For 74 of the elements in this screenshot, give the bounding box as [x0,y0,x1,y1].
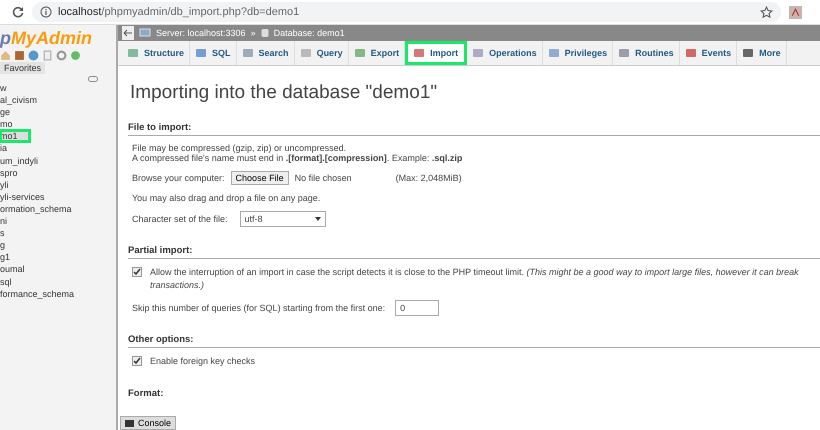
console-tab[interactable]: Console [120,416,176,430]
section-heading: Format: [128,388,164,401]
foreign-key-option-label: Enable foreign key checks [150,355,256,368]
tab[interactable]: Events [680,41,738,65]
url-text: localhost/phpmyadmin/db_import.php?db=demo1 [58,6,300,18]
database-item[interactable]: al_civism [0,94,116,106]
database-item[interactable]: sql [0,276,116,288]
server-link[interactable]: Server: localhost:3306 [156,28,246,38]
tab-icon [195,47,208,59]
database-item[interactable]: spro [0,166,116,179]
charset-label: Character set of the file: [132,214,228,224]
database-item[interactable]: ni [0,215,116,228]
document-icon[interactable] [42,50,53,61]
pdf-extension-icon[interactable] [789,6,802,18]
tab-icon [413,47,426,59]
link-icon[interactable] [88,76,98,82]
database-item[interactable]: yli-services [0,190,116,203]
favorites-tab[interactable]: Favorites [0,62,46,74]
database-item[interactable]: g [0,239,116,252]
database-item[interactable]: g1 [0,251,116,264]
tab-icon [684,47,697,59]
tab[interactable]: Routines [613,41,680,65]
section-heading: Other options: [128,334,820,348]
info-icon [40,6,52,18]
database-item[interactable]: yli [0,178,116,191]
database-item[interactable]: ge [0,106,116,118]
caret-icon [314,217,321,221]
section-heading: Partial import: [128,245,820,259]
checkbox[interactable] [132,267,142,277]
page-title: Importing into the database "demo1" [130,82,438,104]
max-size-text: (Max: 2,048MiB) [396,173,462,183]
database-item[interactable]: ormation_schema [0,202,116,216]
skip-queries-label: Skip this number of queries (for SQL) starting from the first one: [132,303,386,313]
tab[interactable]: Query [294,41,349,65]
compression-note: File may be compressed (gzip, zip) or uncompressed. [132,143,348,153]
database-item[interactable]: um_indyli [0,154,116,167]
charset-select[interactable]: utf-8 [240,211,326,227]
tab[interactable]: Import [405,41,468,65]
database-item[interactable]: ia [0,142,116,155]
breadcrumb-separator: » [250,28,256,38]
tab[interactable]: Structure [122,41,190,65]
database-item[interactable]: formance_schema [0,288,116,300]
tab-icon [127,47,139,59]
tab-icon [354,47,366,59]
database-link[interactable]: Database: demo1 [274,28,345,38]
tab-icon [618,47,630,59]
database-item[interactable]: s [0,227,116,240]
interrupt-option-label: Allow the interruption of an import in case the script detects it is close to the PHP timeout limit. (This might be a good way to import large files, however it can break transactions.) [150,266,800,292]
tab[interactable]: Operations [467,41,543,65]
browse-label: Browse your computer: [132,173,225,183]
tab[interactable]: Search [236,41,295,65]
database-icon [260,28,269,38]
tab-icon [300,47,312,59]
database-item[interactable]: oumal [0,263,116,276]
section-heading: File to import: [128,122,820,136]
skip-queries-field[interactable]: 0 [395,300,440,316]
tab-icon [472,47,484,59]
address-bar[interactable]: localhost/phpmyadmin/db_import.php?db=demo1 [32,2,781,22]
tab[interactable]: More [737,41,787,65]
folder-icon [125,420,134,426]
tab-icon [742,47,754,59]
tab-icon [242,47,254,59]
server-icon [139,28,151,38]
file-status: No file chosen [294,173,352,183]
drag-drop-note: You may also drag and drop a file on any page. [132,193,322,203]
tab[interactable]: Privileges [542,41,614,65]
star-icon[interactable] [760,6,773,18]
tab[interactable]: SQL [190,41,237,65]
checkbox[interactable] [132,356,142,366]
filename-note: A compressed file's name must end in .[format].[compression]. Example: .sql.zip [132,153,464,163]
database-item[interactable]: mo [0,118,116,130]
tab-icon [548,47,560,59]
choose-file-button[interactable]: Choose File [230,171,289,185]
database-item[interactable]: w [0,82,116,94]
